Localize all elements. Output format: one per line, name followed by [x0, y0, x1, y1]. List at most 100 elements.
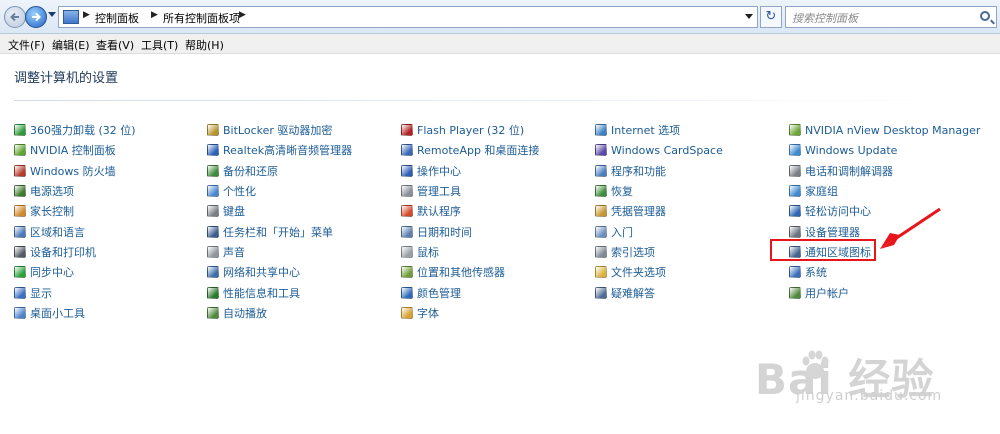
menu-help[interactable]: 帮助(H): [185, 37, 224, 53]
control-panel-item[interactable]: 程序和功能: [595, 161, 785, 181]
refresh-button[interactable]: ↻: [760, 6, 782, 28]
item-label[interactable]: 管理工具: [417, 183, 461, 199]
control-panel-item[interactable]: 凭据管理器: [595, 201, 785, 221]
control-panel-item[interactable]: 声音: [207, 242, 397, 262]
item-label[interactable]: 家庭组: [805, 183, 838, 199]
item-label[interactable]: 位置和其他传感器: [417, 264, 505, 280]
item-label[interactable]: 日期和时间: [417, 224, 472, 240]
control-panel-item[interactable]: Realtek高清晰音频管理器: [207, 140, 397, 160]
item-label[interactable]: NVIDIA nView Desktop Manager: [805, 124, 980, 137]
item-label[interactable]: 自动播放: [223, 305, 267, 321]
item-label[interactable]: 设备管理器: [805, 224, 860, 240]
item-label[interactable]: 显示: [30, 285, 52, 301]
control-panel-item[interactable]: NVIDIA 控制面板: [14, 140, 204, 160]
menu-edit[interactable]: 编辑(E): [52, 37, 90, 53]
item-label[interactable]: Flash Player (32 位): [417, 122, 524, 138]
control-panel-item[interactable]: 性能信息和工具: [207, 282, 397, 302]
item-label[interactable]: 性能信息和工具: [223, 285, 300, 301]
control-panel-item[interactable]: Windows CardSpace: [595, 140, 785, 160]
control-panel-item[interactable]: 360强力卸载 (32 位): [14, 120, 204, 140]
item-label[interactable]: 文件夹选项: [611, 264, 666, 280]
address-dropdown-icon[interactable]: [745, 14, 753, 19]
control-panel-item[interactable]: 键盘: [207, 201, 397, 221]
recent-pages-dropdown[interactable]: [48, 12, 56, 17]
item-label[interactable]: 字体: [417, 305, 439, 321]
item-label[interactable]: 电话和调制解调器: [805, 163, 893, 179]
item-label[interactable]: 鼠标: [417, 244, 439, 260]
item-label[interactable]: BitLocker 驱动器加密: [223, 122, 332, 138]
control-panel-item[interactable]: BitLocker 驱动器加密: [207, 120, 397, 140]
item-label[interactable]: 默认程序: [417, 203, 461, 219]
item-label[interactable]: Realtek高清晰音频管理器: [223, 142, 352, 158]
control-panel-item[interactable]: Windows 防火墙: [14, 161, 204, 181]
control-panel-item[interactable]: 系统: [789, 262, 979, 282]
item-label[interactable]: 系统: [805, 264, 827, 280]
breadcrumb-all-items[interactable]: 所有控制面板项: [163, 10, 240, 26]
item-label[interactable]: RemoteApp 和桌面连接: [417, 142, 539, 158]
control-panel-item[interactable]: 设备和打印机: [14, 242, 204, 262]
item-label[interactable]: 轻松访问中心: [805, 203, 871, 219]
control-panel-item[interactable]: 恢复: [595, 181, 785, 201]
item-label[interactable]: 桌面小工具: [30, 305, 85, 321]
control-panel-item[interactable]: RemoteApp 和桌面连接: [401, 140, 591, 160]
back-button[interactable]: [4, 6, 26, 28]
breadcrumb-separator-icon[interactable]: ▶: [151, 10, 158, 20]
control-panel-item[interactable]: 显示: [14, 282, 204, 302]
item-label[interactable]: Windows 防火墙: [30, 163, 116, 179]
control-panel-item[interactable]: Windows Update: [789, 140, 979, 160]
item-label[interactable]: 360强力卸载 (32 位): [30, 122, 136, 138]
control-panel-item[interactable]: 索引选项: [595, 242, 785, 262]
item-label[interactable]: NVIDIA 控制面板: [30, 142, 116, 158]
control-panel-item[interactable]: 区域和语言: [14, 221, 204, 241]
control-panel-item[interactable]: 文件夹选项: [595, 262, 785, 282]
item-label[interactable]: 区域和语言: [30, 224, 85, 240]
item-label[interactable]: 入门: [611, 224, 633, 240]
item-label[interactable]: 恢复: [611, 183, 633, 199]
control-panel-item[interactable]: 管理工具: [401, 181, 591, 201]
item-label[interactable]: 操作中心: [417, 163, 461, 179]
item-label[interactable]: 电源选项: [30, 183, 74, 199]
control-panel-item[interactable]: 电话和调制解调器: [789, 161, 979, 181]
control-panel-item[interactable]: Internet 选项: [595, 120, 785, 140]
control-panel-item[interactable]: 用户帐户: [789, 282, 979, 302]
item-label[interactable]: 程序和功能: [611, 163, 666, 179]
control-panel-item[interactable]: 鼠标: [401, 242, 591, 262]
control-panel-item[interactable]: Flash Player (32 位): [401, 120, 591, 140]
breadcrumb-separator-icon[interactable]: ▶: [83, 10, 90, 20]
menu-tools[interactable]: 工具(T): [141, 37, 178, 53]
control-panel-item[interactable]: 家庭组: [789, 181, 979, 201]
control-panel-item[interactable]: 操作中心: [401, 161, 591, 181]
forward-button[interactable]: [25, 6, 47, 28]
breadcrumb-control-panel[interactable]: 控制面板: [95, 10, 139, 26]
control-panel-item[interactable]: 字体: [401, 303, 591, 323]
control-panel-item[interactable]: 默认程序: [401, 201, 591, 221]
item-label[interactable]: Internet 选项: [611, 122, 680, 138]
item-label[interactable]: 任务栏和「开始」菜单: [223, 224, 333, 240]
menu-view[interactable]: 查看(V): [96, 37, 134, 53]
control-panel-item[interactable]: 任务栏和「开始」菜单: [207, 221, 397, 241]
control-panel-item[interactable]: 疑难解答: [595, 282, 785, 302]
item-label[interactable]: 凭据管理器: [611, 203, 666, 219]
item-label[interactable]: 键盘: [223, 203, 245, 219]
item-label[interactable]: 家长控制: [30, 203, 74, 219]
item-label[interactable]: 用户帐户: [805, 285, 849, 301]
item-label[interactable]: 颜色管理: [417, 285, 461, 301]
control-panel-item[interactable]: NVIDIA nView Desktop Manager: [789, 120, 980, 140]
control-panel-item[interactable]: 同步中心: [14, 262, 204, 282]
control-panel-item[interactable]: 日期和时间: [401, 221, 591, 241]
control-panel-item[interactable]: 位置和其他传感器: [401, 262, 591, 282]
item-label[interactable]: 疑难解答: [611, 285, 655, 301]
control-panel-item[interactable]: 个性化: [207, 181, 397, 201]
item-label[interactable]: 声音: [223, 244, 245, 260]
item-label[interactable]: Windows CardSpace: [611, 144, 723, 157]
item-label[interactable]: Windows Update: [805, 144, 897, 157]
control-panel-item[interactable]: 桌面小工具: [14, 303, 204, 323]
address-field[interactable]: ▶ 控制面板 ▶ 所有控制面板项 ▶: [58, 6, 758, 28]
item-label[interactable]: 设备和打印机: [30, 244, 96, 260]
control-panel-item[interactable]: 网络和共享中心: [207, 262, 397, 282]
item-label[interactable]: 网络和共享中心: [223, 264, 300, 280]
item-label[interactable]: 同步中心: [30, 264, 74, 280]
control-panel-item[interactable]: 自动播放: [207, 303, 397, 323]
menu-file[interactable]: 文件(F): [8, 37, 45, 53]
item-label[interactable]: 个性化: [223, 183, 256, 199]
